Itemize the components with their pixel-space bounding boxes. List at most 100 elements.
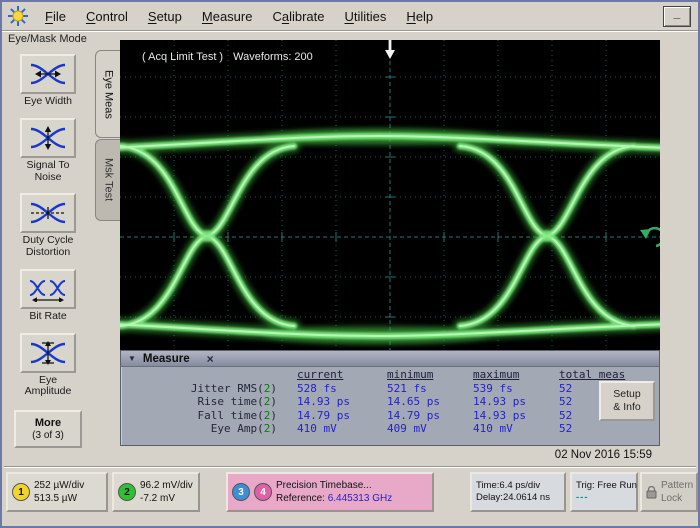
- menu-item-utilities[interactable]: Utilities: [335, 5, 397, 28]
- waveforms-count: Waveforms: 200: [233, 51, 313, 63]
- sidebar-item-bit-rate[interactable]: Bit Rate: [16, 269, 80, 323]
- delay-value: 24.0614 ns: [503, 492, 550, 503]
- measure-value-current: 14.93 ps: [297, 395, 387, 409]
- measure-col-spacer: [147, 368, 297, 382]
- sidebar-item-label: Bit Rate: [16, 311, 80, 323]
- trigger-panel[interactable]: Trig: Free Run ---: [570, 472, 638, 512]
- menu-bar: FileControlSetupMeasureCalibrateUtilitie…: [2, 2, 698, 31]
- channel-1-scale: 252 µW/div: [34, 479, 84, 492]
- menu-items: FileControlSetupMeasureCalibrateUtilitie…: [35, 5, 443, 28]
- lock-icon: [646, 486, 657, 499]
- collapse-icon[interactable]: ▼: [128, 354, 136, 363]
- sidebar-item-eye-width[interactable]: Eye Width: [16, 54, 80, 108]
- measure-column-header: current: [297, 368, 387, 382]
- trigger-label: Trig:: [576, 480, 595, 491]
- timebase-panel[interactable]: 3 4 Precision Timebase... Reference: 6.4…: [226, 472, 434, 512]
- channel-1-panel[interactable]: 1 252 µW/div 513.5 µW: [6, 472, 108, 512]
- sidebar-item-label: Duty Cycle Distortion: [16, 235, 80, 259]
- acq-status-text: ( Acq Limit Test ) Waveforms: 200: [142, 51, 313, 63]
- menu-item-calibrate[interactable]: Calibrate: [262, 5, 334, 28]
- sidebar-item-label: Eye Width: [16, 96, 80, 108]
- timebase-title: Precision Timebase...: [276, 479, 392, 492]
- menu-item-setup[interactable]: Setup: [138, 5, 192, 28]
- setup-info-button[interactable]: Setup & Info: [599, 381, 655, 421]
- measure-table: currentminimummaximumtotal meas Jitter RM…: [147, 368, 639, 436]
- more-button-label: More: [35, 417, 61, 430]
- channel-2-badge: 2: [118, 483, 136, 501]
- setup-info-line2: & Info: [613, 401, 640, 414]
- measure-value-minimum: 521 fs: [387, 382, 473, 396]
- reference-label: Reference:: [276, 493, 325, 504]
- tab-msk-test[interactable]: Msk Test: [95, 139, 121, 221]
- menu-item-help[interactable]: Help: [396, 5, 443, 28]
- sidebar: Eye Width Signal To Noise Duty Cycle Disto…: [4, 54, 92, 448]
- measure-value-minimum: 14.79 ps: [387, 409, 473, 423]
- eye-amplitude-icon: [20, 333, 76, 373]
- more-button-count: (3 of 3): [32, 430, 64, 442]
- measure-panel: ▼ Measure × currentminimummaximumtotal m…: [120, 350, 660, 446]
- reference-value: 6.445313 GHz: [328, 493, 393, 504]
- sidebar-item-eye-amplitude[interactable]: Eye Amplitude: [16, 333, 80, 399]
- channel-4-badge: 4: [254, 483, 272, 501]
- menu-item-measure[interactable]: Measure: [192, 5, 263, 28]
- channel-1-badge: 1: [12, 483, 30, 501]
- trigger-marker-icon: [385, 40, 395, 59]
- measure-value-minimum: 409 mV: [387, 422, 473, 436]
- close-icon[interactable]: ×: [207, 352, 214, 366]
- more-button[interactable]: More (3 of 3): [14, 410, 82, 448]
- measure-row-label: Jitter RMS(2): [147, 382, 297, 396]
- tab-eye-meas-label: Eye Meas: [103, 70, 115, 119]
- menu-item-control[interactable]: Control: [76, 5, 138, 28]
- channel-1-offset: 513.5 µW: [34, 492, 84, 505]
- delay-label: Delay:: [476, 492, 503, 503]
- measure-panel-header[interactable]: ▼ Measure ×: [121, 351, 659, 367]
- measure-value-maximum: 410 mV: [473, 422, 559, 436]
- pattern-lock-line1: Pattern: [661, 479, 693, 492]
- measure-row-label: Fall time(2): [147, 409, 297, 423]
- mode-label: Eye/Mask Mode: [8, 33, 87, 45]
- channel-3-badge: 3: [232, 483, 250, 501]
- measure-value-total: 52: [559, 422, 639, 436]
- acq-limit-label: ( Acq Limit Test ): [142, 51, 223, 63]
- time-label: Time:: [476, 480, 499, 491]
- time-value: 6.4 ps/div: [499, 480, 540, 491]
- tab-eye-meas[interactable]: Eye Meas: [95, 50, 121, 138]
- precision-timebase-marker-icon: [640, 228, 660, 246]
- eye-diagram-svg: [120, 40, 660, 360]
- channel-2-offset: -7.2 mV: [140, 492, 193, 505]
- measure-column-header: total meas: [559, 368, 639, 382]
- sidebar-item-label: Signal To Noise: [16, 160, 80, 184]
- pattern-lock-line2: Lock: [661, 492, 693, 505]
- sidebar-item-label: Eye Amplitude: [16, 375, 80, 399]
- datetime-display: 02 Nov 2016 15:59: [555, 449, 652, 461]
- measure-column-header: maximum: [473, 368, 559, 382]
- measure-row-label: Rise time(2): [147, 395, 297, 409]
- setup-info-line1: Setup: [613, 388, 640, 401]
- trigger-value: Free Run: [597, 480, 637, 491]
- measure-value-maximum: 539 fs: [473, 382, 559, 396]
- trigger-status: ---: [576, 492, 637, 504]
- bottom-separator: [4, 466, 696, 468]
- measure-value-maximum: 14.93 ps: [473, 409, 559, 423]
- sidebar-item-duty-cycle-distortion[interactable]: Duty Cycle Distortion: [16, 193, 80, 259]
- measure-value-maximum: 14.93 ps: [473, 395, 559, 409]
- waveform-display[interactable]: ( Acq Limit Test ) Waveforms: 200 ▼ Meas…: [120, 40, 660, 360]
- measure-column-header: minimum: [387, 368, 473, 382]
- pattern-lock-button[interactable]: Pattern Lock: [640, 472, 698, 512]
- minimize-button[interactable]: _: [663, 6, 691, 27]
- channel-2-panel[interactable]: 2 96.2 mV/div -7.2 mV: [112, 472, 200, 512]
- sidebar-item-signal-to-noise[interactable]: Signal To Noise: [16, 118, 80, 184]
- measure-value-current: 528 fs: [297, 382, 387, 396]
- bit-rate-icon: [20, 269, 76, 309]
- eye-width-icon: [20, 54, 76, 94]
- channel-2-scale: 96.2 mV/div: [140, 479, 193, 492]
- time-panel[interactable]: Time:6.4 ps/div Delay:24.0614 ns: [470, 472, 566, 512]
- signal-to-noise-icon: [20, 118, 76, 158]
- measure-panel-title: Measure: [143, 353, 190, 365]
- tab-msk-test-label: Msk Test: [103, 158, 115, 201]
- measure-row-label: Eye Amp(2): [147, 422, 297, 436]
- measure-value-current: 14.79 ps: [297, 409, 387, 423]
- app-logo-icon: [7, 5, 29, 27]
- menu-item-file[interactable]: File: [35, 5, 76, 28]
- duty-cycle-distortion-icon: [20, 193, 76, 233]
